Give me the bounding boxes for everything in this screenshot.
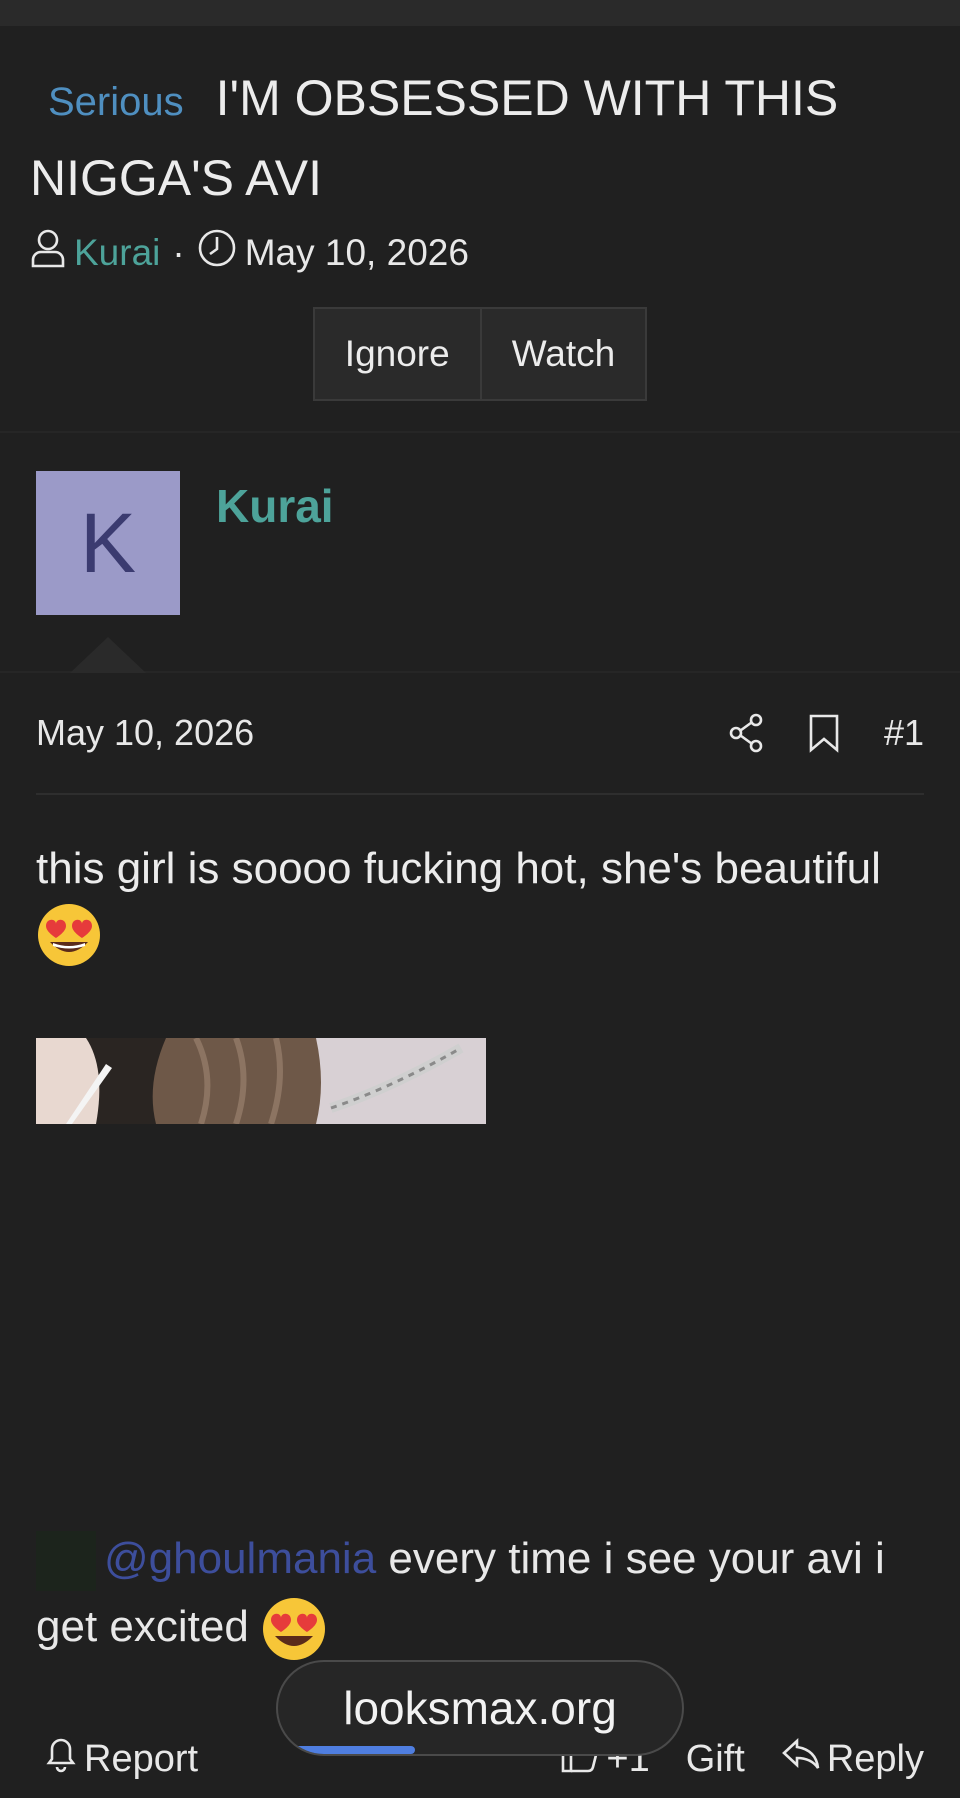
post-date[interactable]: May 10, 2026 xyxy=(36,712,684,754)
bell-icon xyxy=(44,1735,84,1783)
reply-icon xyxy=(781,1735,827,1783)
mention-link[interactable]: @ghoulmania xyxy=(104,1534,376,1583)
clock-icon xyxy=(197,228,237,277)
report-button[interactable]: Report xyxy=(44,1735,198,1783)
thread-title: Serious I'M OBSESSED WITH THIS NIGGA'S AV… xyxy=(30,60,930,216)
post-attachment-image[interactable] xyxy=(36,1038,486,1125)
reply-button[interactable]: Reply xyxy=(781,1735,924,1783)
heart-eyes-emoji xyxy=(36,902,102,968)
post-username[interactable]: Kurai xyxy=(216,479,334,533)
thread-header: Serious I'M OBSESSED WITH THIS NIGGA'S AV… xyxy=(0,26,960,433)
thread-prefix[interactable]: Serious xyxy=(48,80,184,124)
share-icon[interactable] xyxy=(728,713,764,753)
thread-meta: Kurai · May 10, 2026 xyxy=(30,228,930,277)
site-loading-pill: looksmax.org xyxy=(276,1660,684,1756)
reply-text-line2: get excited xyxy=(36,1602,249,1651)
site-name: looksmax.org xyxy=(343,1682,617,1734)
user-icon xyxy=(30,228,66,277)
reply-label: Reply xyxy=(826,1737,924,1780)
page-load-progress-bar xyxy=(278,1746,416,1754)
user-block-arrow xyxy=(70,637,146,673)
thread-date[interactable]: May 10, 2026 xyxy=(245,232,469,274)
avatar[interactable]: K xyxy=(36,471,180,615)
bookmark-icon[interactable] xyxy=(808,713,840,753)
post-body: this girl is soooo fucking hot, she's be… xyxy=(36,837,924,968)
ignore-button[interactable]: Ignore xyxy=(312,307,482,401)
post-text: this girl is soooo fucking hot, she's be… xyxy=(36,844,881,893)
quoted-reply: @ghoulmania every time i see your avi i … xyxy=(36,1525,926,1662)
heart-eyes-emoji xyxy=(261,1596,327,1662)
top-bar xyxy=(0,0,960,26)
mention-avatar[interactable] xyxy=(36,1531,96,1592)
meta-separator: · xyxy=(172,231,185,273)
thread-author-link[interactable]: Kurai xyxy=(74,232,160,274)
report-label: Report xyxy=(84,1737,199,1780)
post-number[interactable]: #1 xyxy=(884,712,924,754)
gift-button[interactable]: Gift xyxy=(686,1738,745,1781)
watch-button[interactable]: Watch xyxy=(481,307,648,401)
thread-actions: Ignore Watch xyxy=(30,307,930,401)
reply-text-line1: every time i see your avi i xyxy=(376,1534,885,1583)
post-header: May 10, 2026 #1 xyxy=(36,673,924,795)
post-user-block: K Kurai xyxy=(0,433,960,673)
post: May 10, 2026 #1 this girl is soooo fucki… xyxy=(0,673,960,1793)
